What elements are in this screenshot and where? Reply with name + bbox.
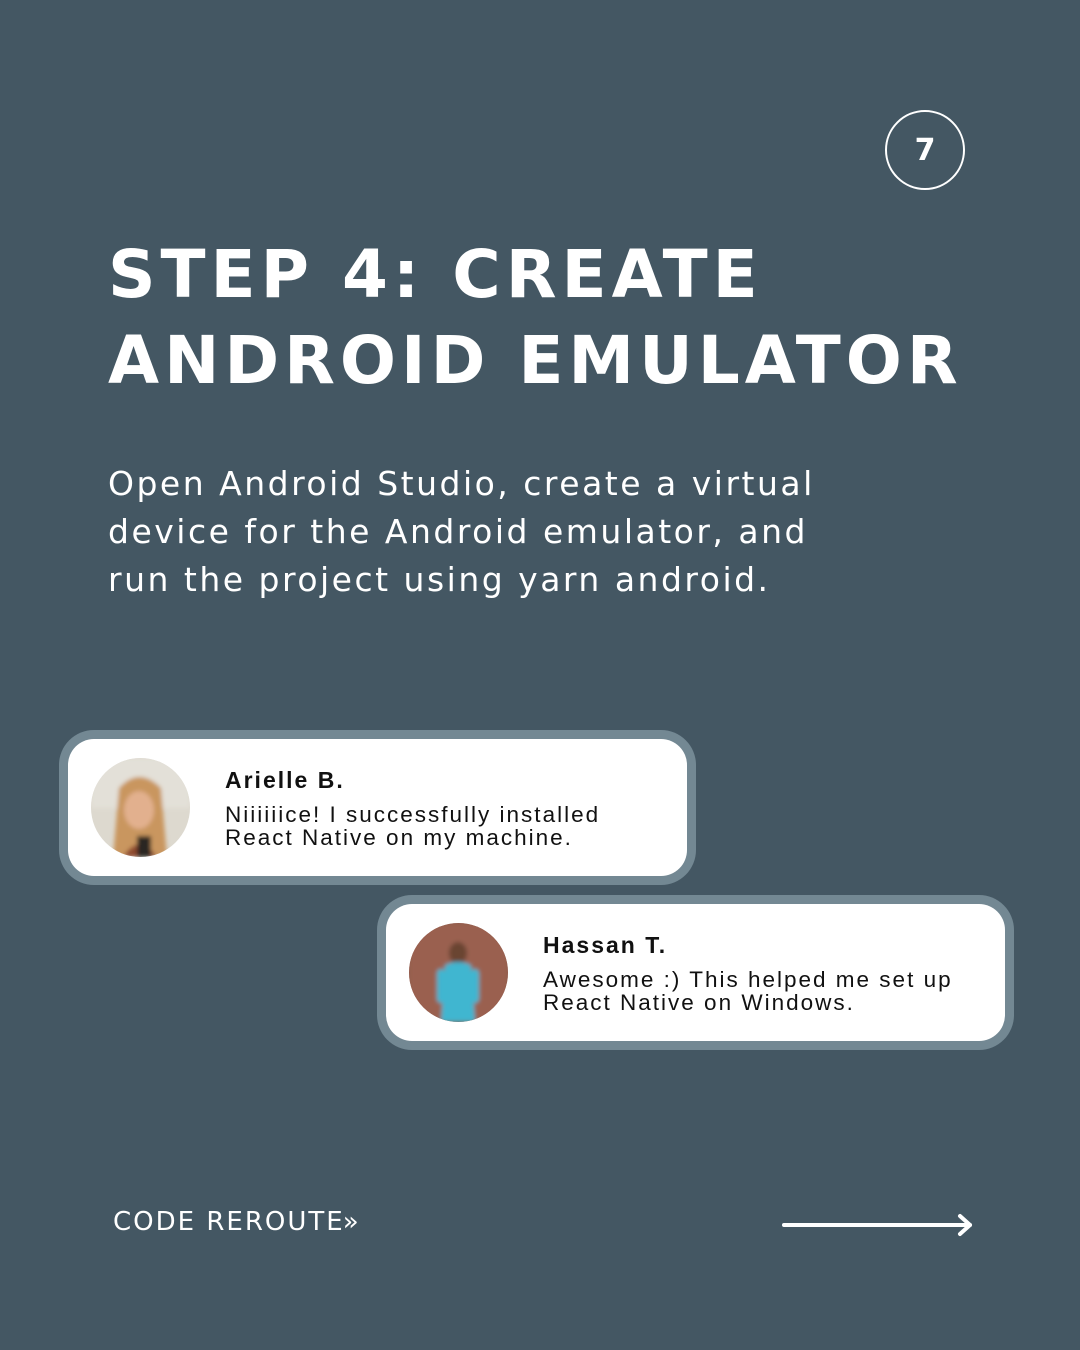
review-text-line-2: React Native on my machine. [225, 825, 573, 850]
review-text-line-1: Awesome :) This helped me set up [543, 967, 953, 992]
avatar-photo [409, 923, 508, 1022]
review-card: Arielle B. Niiiiiice! I successfully ins… [68, 739, 687, 876]
page-number-badge: 7 [885, 110, 965, 190]
arrow-right-icon[interactable] [780, 1210, 980, 1240]
title-line-1: STEP 4: CREATE [108, 236, 763, 313]
reviewer-name: Hassan T. [543, 932, 668, 958]
brand-logo: CODE REROUTE» [113, 1207, 361, 1237]
description-line-3: run the project using yarn android. [108, 560, 771, 599]
review-card: Hassan T. Awesome :) This helped me set … [386, 904, 1005, 1041]
review-text-line-2: React Native on Windows. [543, 990, 855, 1015]
page-title: STEP 4: CREATE ANDROID EMULATOR [108, 232, 1028, 404]
avatar [91, 758, 190, 857]
double-chevron-right-icon: » [342, 1207, 361, 1237]
description-line-1: Open Android Studio, create a virtual [108, 464, 815, 503]
reviewer-name: Arielle B. [225, 767, 345, 793]
page-number: 7 [914, 132, 936, 168]
step-description: Open Android Studio, create a virtual de… [108, 460, 968, 604]
avatar-photo [91, 758, 190, 857]
avatar [409, 923, 508, 1022]
description-line-2: device for the Android emulator, and [108, 512, 808, 551]
review-text: Awesome :) This helped me set up React N… [543, 968, 953, 1014]
brand-name: CODE REROUTE [113, 1207, 345, 1237]
review-text: Niiiiiice! I successfully installed Reac… [225, 803, 600, 849]
title-line-2: ANDROID EMULATOR [108, 322, 963, 399]
review-text-line-1: Niiiiiice! I successfully installed [225, 802, 601, 827]
